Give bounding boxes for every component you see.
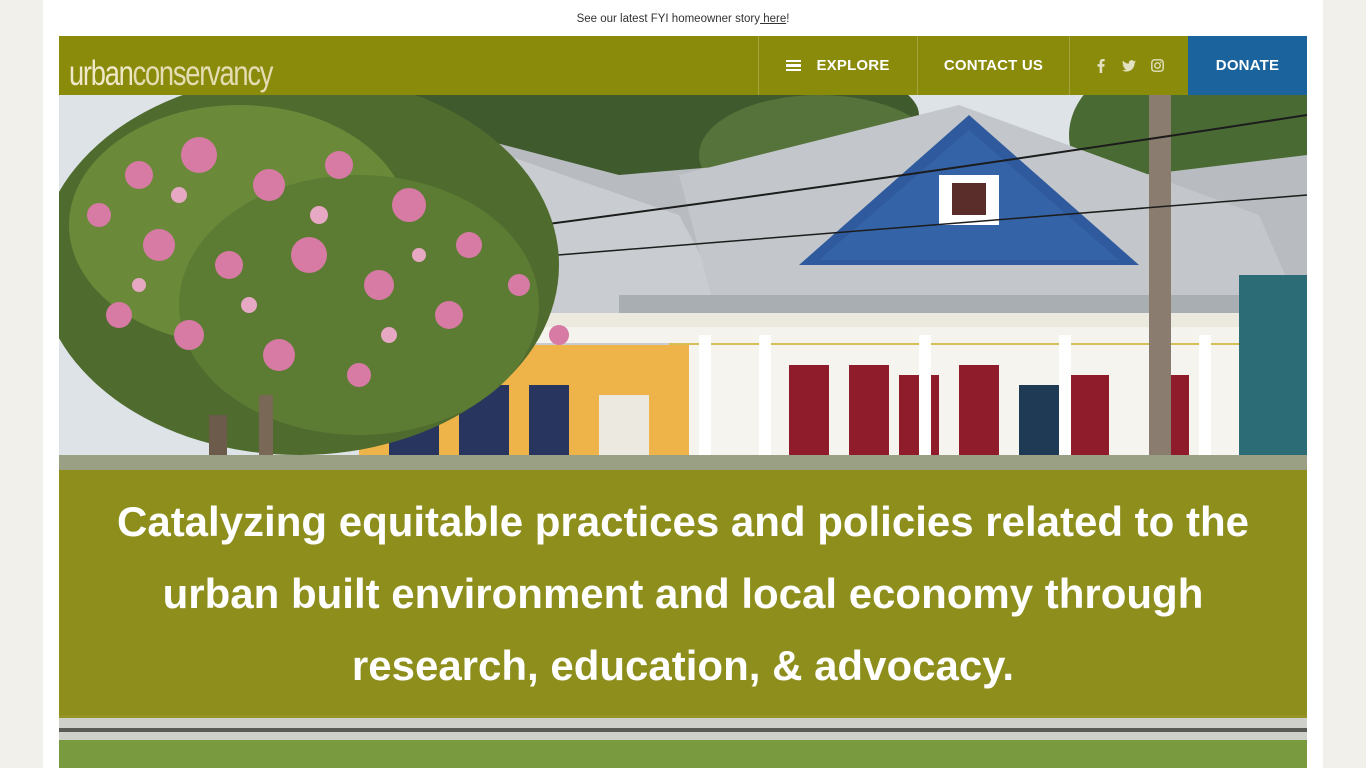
logo-part-conservancy: conservancy — [132, 54, 274, 93]
hero-tagline-band: Catalyzing equitable practices and polic… — [59, 470, 1307, 718]
social-links — [1069, 36, 1188, 95]
facebook-icon[interactable] — [1094, 58, 1108, 73]
main-nav: EXPLORE CONTACT US DONATE — [758, 36, 1307, 95]
announcement-text: See our latest FYI homeowner story — [576, 13, 761, 25]
announcement-link[interactable]: here — [760, 13, 786, 25]
instagram-icon[interactable] — [1150, 59, 1164, 73]
hero-tagline: Catalyzing equitable practices and polic… — [117, 498, 1249, 689]
donate-label: DONATE — [1215, 57, 1280, 74]
explore-button[interactable]: EXPLORE — [758, 36, 917, 95]
menu-icon — [786, 60, 802, 71]
twitter-icon[interactable] — [1122, 59, 1136, 73]
announcement-bar: See our latest FYI homeowner story here! — [43, 0, 1323, 36]
donate-button[interactable]: DONATE — [1188, 36, 1307, 95]
contact-us-label: CONTACT US — [943, 57, 1044, 74]
explore-label: EXPLORE — [816, 57, 890, 74]
site-header: urbanconservancy EXPLORE CONTACT US DONA… — [59, 36, 1307, 95]
announcement-suffix: ! — [786, 13, 790, 25]
page-container: See our latest FYI homeowner story here!… — [43, 0, 1323, 768]
contact-us-link[interactable]: CONTACT US — [917, 36, 1069, 95]
logo-part-urban: urban — [69, 54, 134, 93]
logo[interactable]: urbanconservancy — [69, 54, 274, 94]
